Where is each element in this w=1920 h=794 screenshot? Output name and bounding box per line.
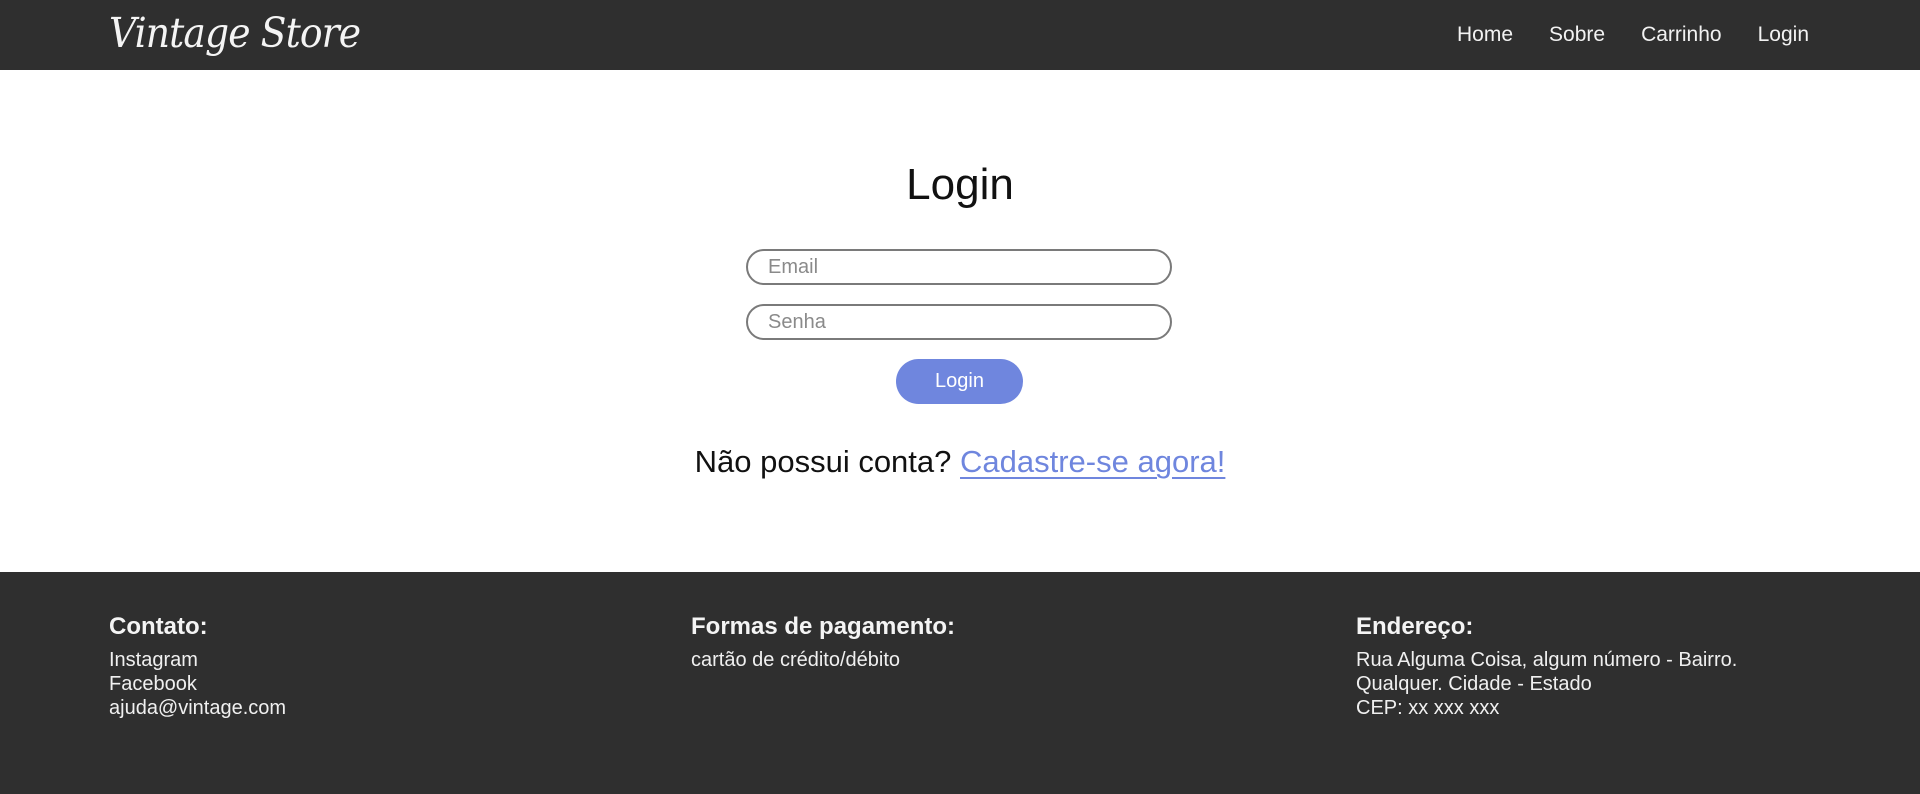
nav-link-home[interactable]: Home [1457, 0, 1513, 70]
page-title: Login [906, 160, 1014, 209]
nav-link-sobre[interactable]: Sobre [1549, 0, 1605, 70]
footer-payment-method: cartão de crédito/débito [691, 649, 901, 671]
footer-address-street: Rua Alguma Coisa, algum número - Bairro. [1356, 649, 1738, 671]
email-field-wrapper [746, 249, 1172, 285]
footer-payment-column: Formas de pagamento: cartão de crédito/d… [691, 612, 955, 672]
nav-link-carrinho[interactable]: Carrinho [1641, 0, 1722, 70]
nav-link-login[interactable]: Login [1758, 0, 1809, 70]
password-field-wrapper [746, 304, 1172, 340]
footer-link-facebook[interactable]: Facebook [109, 672, 286, 696]
email-input[interactable] [768, 251, 1158, 283]
footer-address-column: Endereço: Rua Alguma Coisa, algum número… [1356, 612, 1737, 720]
footer-contact-heading: Contato: [109, 613, 208, 640]
footer-address-city: Qualquer. Cidade - Estado [1356, 673, 1592, 695]
store-logo[interactable]: Vintage Store [109, 4, 361, 62]
login-section: Login Login Não possui conta? Cadastre-s… [0, 70, 1920, 572]
footer-link-email[interactable]: ajuda@vintage.com [109, 696, 286, 720]
footer-address-heading: Endereço: [1356, 613, 1474, 640]
signup-prompt-line: Não possui conta? Cadastre-se agora! [0, 442, 1920, 482]
page-footer: Contato: Instagram Facebook ajuda@vintag… [0, 572, 1920, 794]
footer-address-cep: CEP: xx xxx xxx [1356, 697, 1500, 719]
signup-prompt-text: Não possui conta? [694, 444, 952, 479]
main-nav: Home Sobre Carrinho Login [1457, 0, 1809, 70]
signup-link[interactable]: Cadastre-se agora! [960, 444, 1225, 479]
footer-link-instagram[interactable]: Instagram [109, 648, 286, 672]
top-navbar: Vintage Store Home Sobre Carrinho Login [0, 0, 1920, 70]
footer-payment-heading: Formas de pagamento: [691, 613, 956, 640]
login-button[interactable]: Login [896, 359, 1023, 404]
footer-contact-column: Contato: Instagram Facebook ajuda@vintag… [109, 612, 286, 720]
password-input[interactable] [768, 306, 1158, 338]
